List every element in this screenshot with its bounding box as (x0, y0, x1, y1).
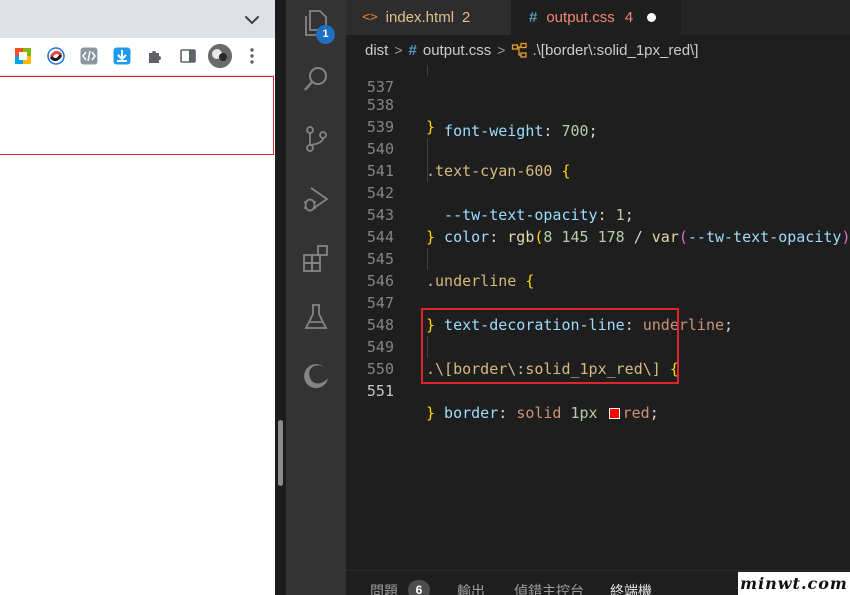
browser-window (0, 0, 275, 595)
tab-problem-count: 2 (462, 9, 471, 26)
code-line[interactable]: 541 --tw-text-opacity: 1; (346, 138, 850, 224)
html-file-icon: <> (362, 10, 378, 25)
download-icon[interactable] (113, 47, 131, 65)
tab-label: output.css (546, 9, 615, 26)
breadcrumb-file[interactable]: output.css (423, 42, 491, 59)
tab-terminal[interactable]: 終端機 (610, 581, 652, 595)
scrollbar[interactable] (278, 420, 283, 486)
explorer-badge: 1 (316, 25, 335, 44)
code-line[interactable]: 542 color: rgb(8 145 178 / var(--tw-text… (346, 160, 850, 246)
browser-toolbar (0, 38, 275, 76)
code-text: } (426, 404, 436, 422)
code-icon[interactable] (80, 47, 98, 65)
code-line[interactable]: 539 (346, 94, 850, 136)
source-control-icon[interactable] (301, 124, 331, 154)
edge-devtools-icon[interactable] (301, 361, 331, 391)
tab-debug-console[interactable]: 偵錯主控台 (514, 581, 584, 595)
unsaved-dot-icon[interactable] (647, 13, 657, 22)
chevron-right-icon: > (394, 42, 403, 58)
breadcrumb: dist > # output.css > .\[border\:solid_1… (346, 35, 850, 65)
search-icon[interactable] (301, 64, 331, 94)
tab-output-css[interactable]: # output.css 4 (511, 0, 681, 35)
color-swatch-icon[interactable] (608, 408, 620, 419)
run-debug-icon[interactable] (301, 184, 331, 214)
code-line[interactable]: 540 .text-cyan-600 { (346, 116, 850, 180)
indent-guide (427, 248, 428, 270)
browser-tab-strip (0, 0, 275, 38)
red-bordered-element (0, 76, 274, 155)
code-text: border: solid 1px red; (426, 404, 659, 422)
code-line[interactable]: 545 .underline { (346, 226, 850, 290)
editor-tab-bar: <> index.html 2 # output.css 4 (346, 0, 850, 35)
code-line[interactable]: 544 (346, 204, 850, 246)
tab-output[interactable]: 輸出 (457, 581, 485, 595)
avatar[interactable] (208, 44, 232, 68)
problems-count-badge: 6 (408, 580, 430, 595)
code-line[interactable]: 543 } (346, 182, 850, 246)
css-file-icon: # (408, 41, 417, 59)
breadcrumb-symbol[interactable]: .\[border\:solid_1px_red\] (532, 42, 698, 59)
more-vertical-icon[interactable] (244, 47, 260, 65)
puzzle-icon[interactable] (146, 47, 164, 65)
indent-guide (427, 160, 428, 182)
watermark: minwt.com (738, 572, 850, 595)
testing-flask-icon[interactable] (301, 302, 331, 332)
line-number: 551 (366, 382, 394, 400)
annotation-highlight-box (421, 308, 679, 384)
indent-guide (427, 138, 428, 160)
tab-index-html[interactable]: <> index.html 2 (346, 0, 511, 35)
code-line[interactable]: 547 } (346, 270, 850, 334)
tab-label: index.html (385, 9, 455, 26)
side-panel-icon[interactable] (179, 47, 197, 65)
tab-problems[interactable]: 問題 (370, 581, 398, 595)
extensions-icon[interactable] (301, 243, 331, 273)
chevron-down-icon[interactable] (240, 8, 264, 32)
web-page-content (0, 76, 275, 595)
code-line[interactable]: 538 } (346, 72, 850, 136)
sync-icon[interactable] (47, 47, 65, 65)
tab-problem-count: 4 (624, 9, 634, 26)
office-icon[interactable] (14, 47, 32, 65)
window-divider (275, 0, 286, 595)
breadcrumb-folder[interactable]: dist (365, 42, 388, 59)
activity-bar: 1 (286, 0, 346, 595)
code-line[interactable]: 546 text-decoration-line: underline; (346, 248, 850, 334)
css-file-icon: # (529, 9, 538, 26)
symbol-class-icon (512, 42, 528, 58)
chevron-right-icon: > (497, 42, 506, 58)
